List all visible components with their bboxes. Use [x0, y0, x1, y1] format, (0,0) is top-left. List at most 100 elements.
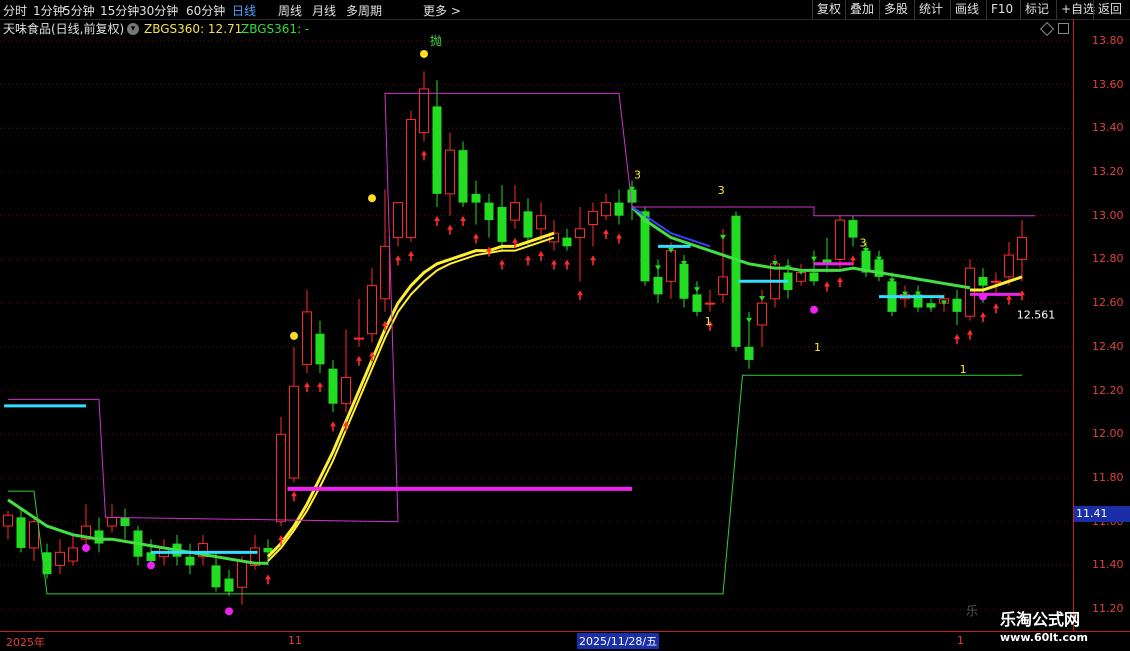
candle-body	[588, 210, 598, 225]
toolbar-button-1[interactable]: 叠加	[845, 0, 878, 19]
up-arrow-icon	[993, 303, 999, 314]
date-axis: 2025年 11 1 2025/11/28/五	[0, 631, 1130, 651]
candle-body	[107, 516, 117, 527]
period-tab-3[interactable]: 15分钟	[100, 2, 139, 19]
candle-body	[809, 272, 819, 282]
y-tick-label: 12.20	[1092, 383, 1124, 397]
cursor-date-label: 2025/11/28/五	[577, 633, 660, 649]
chart-annotation: 1	[814, 341, 821, 354]
support-line	[8, 374, 1022, 595]
candle-body	[744, 346, 754, 360]
candle-body	[692, 294, 702, 312]
down-arrow-icon	[720, 234, 726, 240]
x-tick-label: 11	[288, 634, 302, 647]
up-arrow-icon	[577, 290, 583, 301]
toolbar-button-2[interactable]: 多股	[879, 0, 912, 19]
candle-body	[705, 302, 715, 305]
toolbar-button-5[interactable]: F10	[986, 0, 1017, 19]
kline-chart[interactable]: 抛 3 3 3 1 1 1 12.561	[0, 19, 1073, 631]
up-arrow-icon	[421, 150, 427, 161]
period-tab-6[interactable]: 日线	[232, 2, 256, 19]
period-tab-9[interactable]: 多周期	[346, 2, 382, 19]
candle-body	[276, 433, 286, 523]
candle-body	[224, 578, 234, 592]
y-tick-label: 12.40	[1092, 339, 1124, 353]
candle-body	[666, 250, 676, 282]
candle-body	[1017, 237, 1027, 260]
ma-yellow-line	[266, 231, 555, 558]
period-tab-7[interactable]: 周线	[278, 2, 302, 19]
candle-body	[211, 565, 221, 588]
up-arrow-icon	[291, 491, 297, 502]
period-tab-10[interactable]: 更多 >	[423, 2, 461, 19]
period-tab-0[interactable]: 分时	[3, 2, 27, 19]
y-tick-label: 12.60	[1092, 296, 1124, 310]
candle-body	[614, 202, 624, 216]
period-tab-8[interactable]: 月线	[312, 2, 336, 19]
up-arrow-icon	[824, 281, 830, 292]
signal-dot	[979, 292, 987, 301]
signal-dot	[810, 305, 818, 314]
candle-body	[328, 368, 338, 404]
up-arrow-icon	[1019, 290, 1025, 301]
candle-body	[1004, 254, 1014, 278]
up-arrow-icon	[395, 255, 401, 266]
y-tick-label: 12.80	[1092, 252, 1124, 266]
period-tab-1[interactable]: 1分钟	[33, 2, 65, 19]
up-arrow-icon	[460, 215, 466, 226]
candle-body	[757, 302, 767, 326]
toolbar-button-4[interactable]: 画线	[950, 0, 983, 19]
toolbar-button-8[interactable]: 返回	[1093, 0, 1126, 19]
candle-body	[978, 276, 988, 286]
candle-body	[718, 276, 728, 295]
current-price-label: 11.41	[1074, 506, 1130, 522]
candle-body	[289, 385, 299, 479]
candle-body	[237, 560, 247, 588]
candle-body	[120, 517, 130, 527]
up-arrow-icon	[525, 255, 531, 266]
up-arrow-icon	[616, 233, 622, 244]
watermark-small: 乐	[966, 604, 979, 618]
chart-annotation: 3	[634, 169, 641, 182]
up-arrow-icon	[356, 355, 362, 366]
candle-body	[523, 211, 533, 238]
toolbar-button-6[interactable]: 标记	[1020, 0, 1053, 19]
signal-dot	[290, 331, 298, 340]
y-tick-label: 13.60	[1092, 77, 1124, 91]
candle-body	[302, 311, 312, 365]
period-tab-5[interactable]: 60分钟	[186, 2, 225, 19]
period-tab-4[interactable]: 30分钟	[139, 2, 178, 19]
candle-body	[354, 337, 364, 340]
up-arrow-icon	[538, 250, 544, 261]
candle-body	[848, 220, 858, 238]
candle-body	[471, 193, 481, 203]
candle-body	[68, 547, 78, 562]
down-arrow-icon	[694, 287, 700, 293]
chart-annotation: 1	[705, 315, 712, 328]
watermark-logo: 乐淘公式网	[1000, 610, 1081, 629]
up-arrow-icon	[473, 233, 479, 244]
chart-annotation: 12.561	[1017, 308, 1056, 321]
candle-body	[575, 228, 585, 239]
candle-body	[419, 88, 429, 134]
chart-annotation: 1	[960, 363, 967, 376]
y-tick-label: 12.00	[1092, 427, 1124, 441]
up-arrow-icon	[330, 421, 336, 432]
candle-body	[458, 150, 468, 203]
candle-body	[3, 514, 13, 527]
candle-body	[393, 202, 403, 239]
up-arrow-icon	[551, 259, 557, 270]
watermark-url: www.60lt.com	[1000, 631, 1089, 644]
candle-body	[185, 556, 195, 566]
candle-body	[497, 206, 507, 242]
toolbar-button-3[interactable]: 统计	[914, 0, 947, 19]
y-tick-label: 11.80	[1092, 471, 1124, 484]
down-arrow-icon	[759, 296, 765, 302]
period-tab-2[interactable]: 5分钟	[63, 2, 95, 19]
candle-body	[94, 530, 104, 544]
chart-annotation: 3	[860, 236, 867, 249]
price-axis: 13.80 13.60 13.40 13.20 13.00 12.80 12.60 12.40…	[1073, 19, 1130, 631]
candle-body	[952, 298, 962, 312]
down-arrow-icon	[655, 265, 661, 271]
toolbar-button-0[interactable]: 复权	[812, 0, 845, 19]
